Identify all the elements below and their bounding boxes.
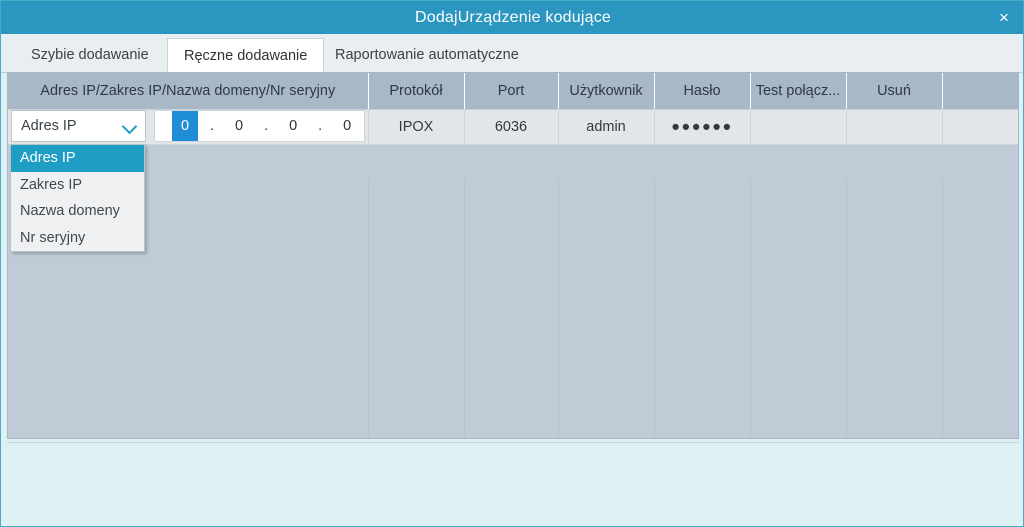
dropdown-option-ip-range[interactable]: Zakres IP	[11, 172, 144, 199]
cell-test-connection[interactable]	[750, 109, 847, 145]
device-grid: Adres IP/Zakres IP/Nazwa domeny/Nr seryj…	[8, 73, 1018, 145]
chevron-down-icon	[124, 120, 137, 133]
col-header-password: Hasło	[654, 73, 751, 110]
cell-address: Adres IP 0 . 0 . 0 . 0	[8, 109, 369, 145]
col-header-spacer	[942, 73, 1018, 110]
ip-address-input[interactable]: 0 . 0 . 0 . 0	[154, 110, 365, 142]
dialog-footer: Wybierz serwer strumieniowar Media Trans…	[7, 442, 1019, 522]
cell-delete[interactable]	[846, 109, 943, 145]
cell-port[interactable]: 6036	[464, 109, 559, 145]
title-bar: DodajUrządzenie kodujące ×	[1, 1, 1023, 34]
dialog-title: DodajUrządzenie kodujące	[414, 9, 612, 26]
ip-octet-3[interactable]: 0	[280, 111, 306, 141]
ip-sep-1: .	[210, 118, 215, 134]
address-type-combo[interactable]: Adres IP	[11, 110, 146, 142]
col-header-delete: Usuń	[846, 73, 943, 110]
cell-password[interactable]: ●●●●●●	[654, 109, 751, 145]
address-cell-inner: Adres IP 0 . 0 . 0 . 0	[8, 110, 367, 144]
cell-spacer	[942, 109, 1018, 145]
ip-octet-4[interactable]: 0	[334, 111, 360, 141]
col-header-user: Użytkownik	[558, 73, 655, 110]
tab-auto-report[interactable]: Raportowanie automatyczne	[319, 38, 535, 72]
ip-octet-1[interactable]: 0	[172, 111, 199, 141]
close-icon[interactable]: ×	[991, 5, 1017, 30]
col-header-test-connection: Test połącz...	[750, 73, 847, 110]
dropdown-option-serial-number[interactable]: Nr seryjny	[11, 225, 144, 252]
ip-sep-3: .	[318, 118, 323, 134]
col-header-protocol: Protokół	[368, 73, 465, 110]
table-empty-area	[8, 179, 1018, 438]
dropdown-option-ip-address[interactable]: Adres IP	[11, 145, 144, 172]
device-table: Adres IP/Zakres IP/Nazwa domeny/Nr seryj…	[7, 72, 1019, 439]
col-header-port: Port	[464, 73, 559, 110]
ip-octet-2[interactable]: 0	[226, 111, 252, 141]
cell-protocol[interactable]: IPOX	[368, 109, 465, 145]
dropdown-option-domain-name[interactable]: Nazwa domeny	[11, 198, 144, 225]
ip-sep-2: .	[264, 118, 269, 134]
cell-user[interactable]: admin	[558, 109, 655, 145]
address-type-value: Adres IP	[21, 118, 77, 134]
address-type-dropdown-list[interactable]: Adres IP Zakres IP Nazwa domeny Nr seryj…	[10, 144, 145, 252]
col-header-address: Adres IP/Zakres IP/Nazwa domeny/Nr seryj…	[8, 73, 369, 110]
add-encoding-device-dialog: DodajUrządzenie kodujące × Szybie dodawa…	[0, 0, 1024, 527]
tab-quick-add[interactable]: Szybie dodawanie	[15, 38, 165, 72]
tab-manual-add[interactable]: Ręczne dodawanie	[167, 38, 325, 72]
table-header-row: Adres IP/Zakres IP/Nazwa domeny/Nr seryj…	[8, 73, 1018, 110]
tab-strip: Szybie dodawanie Ręczne dodawanie Raport…	[1, 34, 1023, 73]
table-row: Adres IP 0 . 0 . 0 . 0 IPOX 6036 admin ●…	[8, 109, 1018, 145]
